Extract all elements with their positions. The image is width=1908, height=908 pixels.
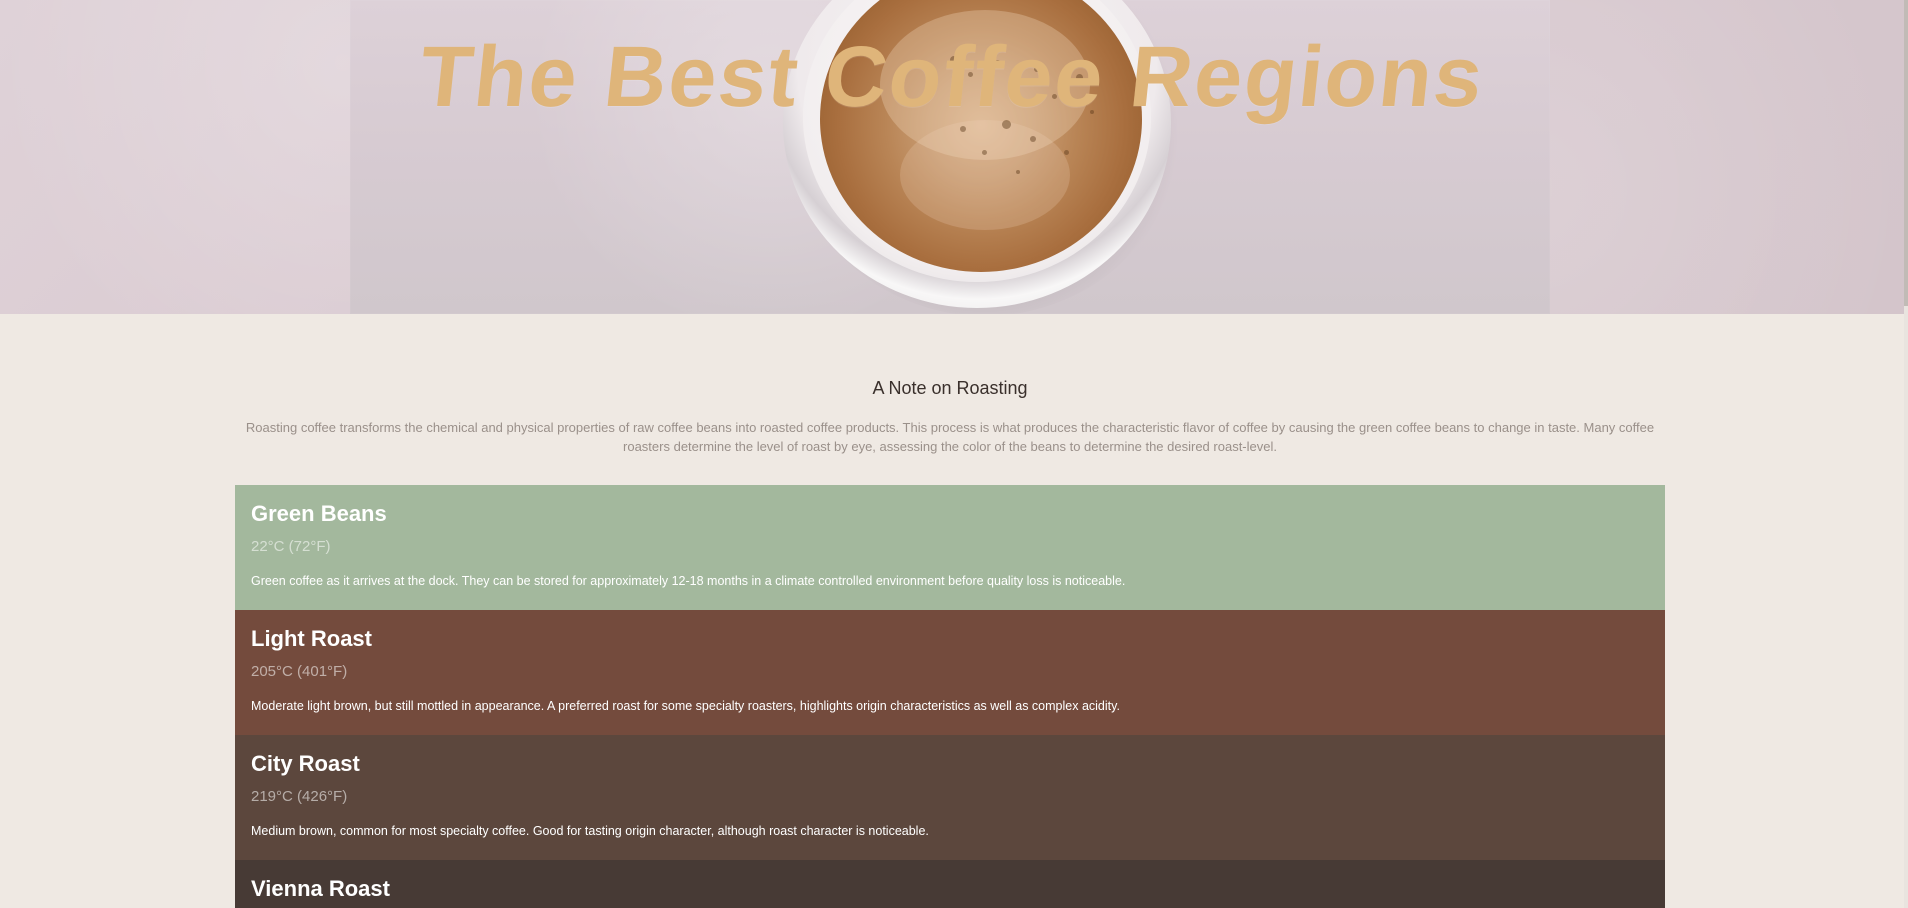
roast-card-city-roast: City Roast 219°C (426°F) Medium brown, c… [235, 735, 1665, 860]
scrollbar-thumb[interactable] [1904, 0, 1908, 306]
vertical-scrollbar[interactable] [1904, 0, 1908, 908]
roast-name: Green Beans [251, 501, 387, 526]
coffee-bubble [1064, 150, 1069, 155]
roast-description: Moderate light brown, but still mottled … [251, 699, 1120, 713]
roast-name: Light Roast [251, 626, 372, 651]
hero-banner: The Best Coffee Regions [0, 0, 1904, 314]
section-description: Roasting coffee transforms the chemical … [245, 420, 1655, 454]
roast-temperature: 219°C (426°F) [251, 788, 348, 805]
coffee-foam [900, 120, 1070, 230]
coffee-bubble [1030, 136, 1036, 142]
roast-description: Green coffee as it arrives at the dock. … [251, 574, 1126, 588]
page-title: The Best Coffee Regions [415, 29, 1490, 125]
main-content: A Note on Roasting Roasting coffee trans… [235, 314, 1665, 908]
roast-temperature: 22°C (72°F) [251, 538, 331, 555]
roast-card-light-roast: Light Roast 205°C (401°F) Moderate light… [235, 610, 1665, 735]
roast-temperature: 205°C (401°F) [251, 663, 348, 680]
section-title: A Note on Roasting [872, 378, 1028, 398]
roast-name: City Roast [251, 751, 360, 776]
roast-name: Vienna Roast [251, 876, 390, 901]
roast-card-vienna-roast: Vienna Roast [235, 860, 1665, 908]
coffee-bubble [1016, 170, 1020, 174]
roast-description: Medium brown, common for most specialty … [251, 824, 929, 838]
roast-card-green-beans: Green Beans 22°C (72°F) Green coffee as … [235, 485, 1665, 610]
coffee-bubble [982, 150, 987, 155]
